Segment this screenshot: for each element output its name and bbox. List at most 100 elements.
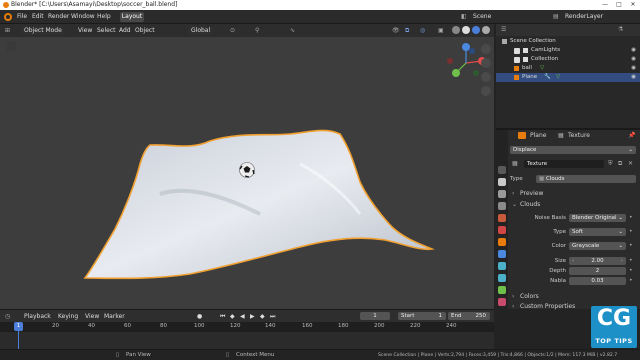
custom-props-expand-icon[interactable]: › — [512, 303, 514, 310]
mesh-data-icon[interactable]: ▽ — [556, 73, 560, 82]
colors-expand-icon[interactable]: › — [512, 293, 514, 300]
particles-tab-icon[interactable] — [498, 262, 506, 270]
include-checkbox[interactable] — [514, 47, 520, 54]
nabla-number-field[interactable]: 0.03 — [569, 277, 626, 285]
world-tab-icon[interactable] — [498, 226, 506, 234]
menu-edit[interactable]: Edit — [32, 13, 44, 20]
cloth-plane-mesh[interactable] — [0, 24, 494, 309]
end-frame-field[interactable]: End 250 — [448, 312, 490, 320]
duplicate-texture-icon[interactable]: ⧉ — [618, 160, 622, 168]
mesh-data-icon[interactable]: ▽ — [540, 64, 544, 73]
texture-name-field[interactable]: Texture — [524, 160, 604, 168]
decorator-dot-icon[interactable]: • — [629, 267, 633, 274]
timeline-editor-icon[interactable]: ◷ — [5, 313, 10, 320]
render-layer-icon[interactable]: ▤ — [553, 13, 559, 20]
section-preview[interactable]: Preview — [520, 190, 543, 197]
outliner-row-camlights[interactable]: CamLights ◉ — [496, 46, 640, 55]
timeline-tick: 60 — [124, 323, 131, 329]
visibility-eye-icon[interactable]: ◉ — [631, 64, 636, 73]
start-frame-field[interactable]: Start 1 — [398, 312, 446, 320]
constraints-tab-icon[interactable] — [498, 286, 506, 294]
3d-viewport[interactable]: ⊞ Object Mode View Select Add Object Glo… — [0, 24, 494, 309]
clouds-icon: ▦ — [539, 176, 546, 182]
texture-browse-icon[interactable]: ▦ — [512, 160, 518, 167]
section-custom-properties[interactable]: Custom Properties — [520, 303, 575, 310]
decorator-dot-icon[interactable]: • — [629, 228, 633, 235]
outliner-row-plane[interactable]: Plane 🔧 ▽ ◉ — [496, 73, 640, 82]
color-dropdown[interactable]: Grayscale ⌄ — [569, 242, 626, 250]
preview-expand-icon[interactable]: › — [512, 190, 514, 197]
outliner-row-scene-collection[interactable]: Scene Collection — [496, 37, 640, 46]
depth-number-field[interactable]: 2 — [569, 267, 626, 275]
jump-start-icon[interactable]: ⏮ — [220, 313, 225, 321]
next-keyframe-icon[interactable]: ◆ — [260, 313, 265, 320]
menu-file[interactable]: File — [17, 13, 27, 20]
render-layer-selector[interactable]: RenderLayer — [565, 13, 603, 20]
outliner-label: Plane — [522, 74, 538, 80]
play-reverse-icon[interactable]: ◀ — [240, 313, 245, 320]
output-tab-icon[interactable] — [498, 190, 506, 198]
scene-selector[interactable]: Scene — [473, 13, 491, 20]
minimize-button[interactable]: — — [598, 0, 612, 10]
section-clouds[interactable]: Clouds — [520, 201, 540, 208]
blender-menu-icon[interactable] — [4, 13, 12, 21]
noise-basis-dropdown[interactable]: Blender Original ⌄ — [569, 214, 626, 222]
decorator-dot-icon[interactable]: • — [629, 242, 633, 249]
timeline-editor[interactable]: ◷ Playback Keying View Marker ● ⏮ ◆ ◀ ▶ … — [0, 309, 494, 350]
pin-icon[interactable]: 📌 — [628, 132, 635, 139]
timeline-menu-keying[interactable]: Keying — [58, 313, 78, 320]
outliner-row-ball[interactable]: ball ▽ ◉ — [496, 64, 640, 73]
section-colors[interactable]: Colors — [520, 293, 539, 300]
fake-user-shield-icon[interactable]: ⛨ — [608, 160, 613, 168]
modifier-dropdown[interactable]: Displace ⌄ — [510, 146, 636, 154]
increment-arrow-icon[interactable]: › — [621, 257, 623, 265]
menu-window[interactable]: Window — [71, 13, 95, 20]
texture-type-dropdown[interactable]: ▦ Clouds — [536, 175, 636, 183]
visibility-eye-icon[interactable]: ◉ — [631, 73, 636, 82]
timeline-ruler[interactable]: 0 20 40 60 80 100 120 140 160 180 200 22… — [0, 322, 494, 332]
auto-keying-icon[interactable]: ● — [197, 313, 202, 320]
noise-basis-label: Noise Basis — [534, 215, 566, 221]
object-tab-icon[interactable] — [498, 238, 506, 246]
modifier-icon[interactable]: 🔧 — [544, 73, 551, 82]
outliner-label: CamLights — [531, 47, 561, 53]
menu-render[interactable]: Render — [48, 13, 69, 20]
menu-help[interactable]: Help — [97, 13, 111, 20]
noise-type-dropdown[interactable]: Soft ⌄ — [569, 228, 626, 236]
view-layer-tab-icon[interactable] — [498, 202, 506, 210]
current-frame-field[interactable]: 1 — [360, 312, 390, 320]
soccer-ball-object[interactable] — [239, 162, 255, 178]
workspace-tab-layout[interactable]: Layout — [120, 12, 144, 22]
visibility-eye-icon[interactable]: ◉ — [631, 55, 636, 64]
tool-tab-icon[interactable] — [498, 166, 506, 174]
visibility-eye-icon[interactable]: ◉ — [631, 46, 636, 55]
include-checkbox[interactable] — [514, 56, 520, 63]
render-tab-icon[interactable] — [498, 178, 506, 186]
scene-tab-icon[interactable] — [498, 214, 506, 222]
timeline-menu-view[interactable]: View — [85, 313, 99, 320]
size-number-field[interactable]: ‹ 2.00 › — [569, 257, 626, 265]
outliner-row-collection[interactable]: Collection ◉ — [496, 55, 640, 64]
outliner-editor-icon[interactable]: ☰ — [501, 26, 506, 33]
play-icon[interactable]: ▶ — [250, 313, 255, 320]
physics-tab-icon[interactable] — [498, 274, 506, 282]
decorator-dot-icon[interactable]: • — [629, 214, 633, 221]
timeline-menu-playback[interactable]: Playback — [24, 313, 51, 320]
timeline-menu-marker[interactable]: Marker — [104, 313, 125, 320]
decrement-arrow-icon[interactable]: ‹ — [572, 257, 574, 265]
decorator-dot-icon[interactable]: • — [629, 277, 633, 284]
jump-end-icon[interactable]: ⏭ — [270, 313, 275, 321]
unlink-texture-icon[interactable]: ✕ — [628, 160, 633, 167]
modifier-tab-icon[interactable] — [498, 250, 506, 258]
maximize-button[interactable]: □ — [612, 0, 626, 10]
playhead-frame-indicator[interactable]: 1 — [14, 322, 23, 331]
prev-keyframe-icon[interactable]: ◆ — [230, 313, 235, 320]
clouds-collapse-icon[interactable]: ⌄ — [512, 201, 517, 208]
outliner-filter-icon[interactable]: ⚗ — [618, 26, 623, 33]
scene-icon[interactable]: ◧ — [461, 13, 467, 20]
decorator-dot-icon[interactable]: • — [629, 257, 633, 264]
texture-tab-icon[interactable] — [498, 298, 506, 306]
close-button[interactable]: ✕ — [626, 0, 640, 10]
timeline-tick: 200 — [374, 323, 385, 329]
playhead-line[interactable] — [18, 331, 19, 350]
